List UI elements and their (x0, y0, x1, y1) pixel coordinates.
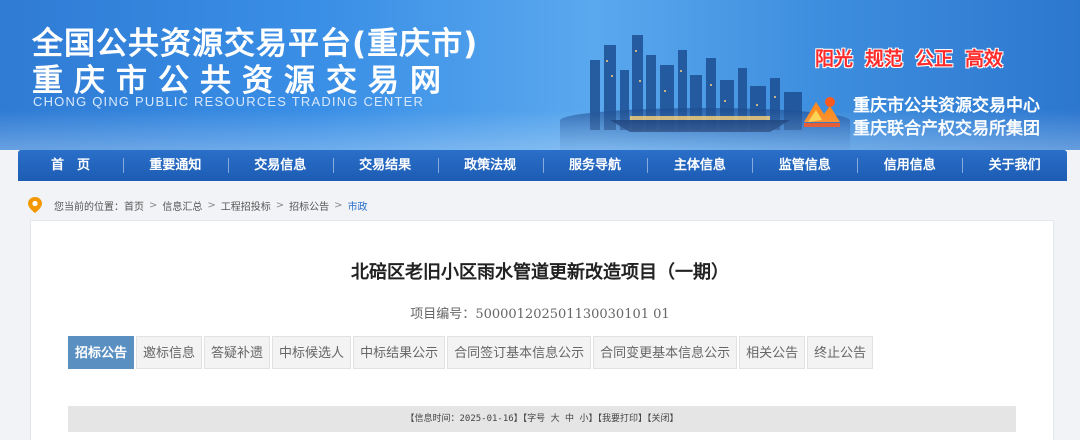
nav-entity-info[interactable]: 主体信息 (647, 150, 752, 181)
breadcrumb-separator: > (334, 199, 343, 211)
breadcrumb-separator: > (275, 199, 285, 211)
tab-contract-change[interactable]: 合同变更基本信息公示 (593, 336, 738, 369)
org-name-2: 重庆联合产权交易所集团 (853, 119, 1040, 139)
nav-notices[interactable]: 重要通知 (122, 150, 228, 181)
city-skyline-image (590, 35, 802, 132)
project-number: 项目编号：500001202501130030101 01 (0, 303, 1080, 322)
notice-tabs: 招标公告 邀标信息 答疑补遗 中标候选人 中标结果公示 合同签订基本信息公示 合… (68, 336, 875, 369)
tab-tender-notice[interactable]: 招标公告 (68, 336, 135, 369)
page-title: 北碚区老旧小区雨水管道更新改造项目（一期） (351, 262, 729, 283)
slogan-1: 阳光 (815, 48, 854, 70)
breadcrumb-info-summary[interactable]: 信息汇总 (162, 198, 202, 213)
info-time-label: 【信息时间： (405, 414, 460, 424)
nav-service-guide[interactable]: 服务导航 (542, 150, 648, 181)
location-pin-icon (28, 197, 42, 213)
slogan-3: 公正 (915, 48, 954, 70)
breadcrumb-current[interactable]: 市政 (348, 198, 368, 213)
slogan-2: 规范 (865, 48, 904, 70)
tab-award-result[interactable]: 中标结果公示 (353, 336, 446, 369)
nav-about[interactable]: 关于我们 (962, 150, 1067, 181)
tab-termination-notice[interactable]: 终止公告 (807, 336, 874, 369)
nav-supervision[interactable]: 监管信息 (752, 150, 857, 181)
tab-related-notices[interactable]: 相关公告 (739, 336, 806, 369)
font-size-large[interactable]: 大 (551, 414, 560, 424)
tab-contract-signing[interactable]: 合同签订基本信息公示 (447, 336, 592, 369)
info-bar: 【信息时间：2025-01-16】【字号 大 中 小】【我要打印】【关闭】 (68, 406, 1016, 432)
project-number-value: 500001202501130030101 01 (475, 307, 670, 322)
nav-policy[interactable]: 政策法规 (437, 150, 543, 181)
site-banner: 全国公共资源交易平台(重庆市) 重庆市公共资源交易网 CHONG QING PU… (0, 0, 1080, 150)
cq-exchange-logo-icon (804, 97, 840, 127)
breadcrumb: 您当前的位置： 首页 > 信息汇总 > 工程招投标 > 招标公告 > 市政 (28, 196, 368, 214)
tab-winning-candidates[interactable]: 中标候选人 (272, 336, 352, 369)
font-size-label: 】【字号 (513, 414, 546, 424)
breadcrumb-prefix: 您当前的位置： (54, 201, 124, 213)
nav-trade-info[interactable]: 交易信息 (227, 150, 333, 181)
slogan-4: 高效 (965, 48, 1004, 70)
project-number-label: 项目编号： (410, 307, 476, 322)
breadcrumb-separator: > (149, 199, 158, 211)
breadcrumb-home[interactable]: 首页 (124, 198, 144, 213)
org-name-1: 重庆市公共资源交易中心 (853, 96, 1040, 116)
info-time: 2025-01-16 (459, 414, 514, 424)
breadcrumb-engineering-bidding[interactable]: 工程招投标 (221, 198, 271, 213)
main-nav: 首 页 重要通知 交易信息 交易结果 政策法规 服务导航 主体信息 监管信息 信… (18, 150, 1067, 181)
slogan: 阳光 规范 公正 高效 (815, 44, 1015, 71)
breadcrumb-tender-notice[interactable]: 招标公告 (289, 198, 329, 213)
print-button[interactable]: 】【我要打印】 (589, 414, 648, 424)
nav-credit[interactable]: 信用信息 (857, 150, 962, 181)
tab-clarification[interactable]: 答疑补遗 (204, 336, 271, 369)
nav-home[interactable]: 首 页 (18, 150, 123, 181)
font-size-small[interactable]: 小 (579, 414, 588, 424)
site-title-english: CHONG QING PUBLIC RESOURCES TRADING CENT… (33, 94, 425, 109)
font-size-medium[interactable]: 中 (565, 414, 574, 424)
breadcrumb-separator: > (207, 199, 216, 211)
river-reflection (560, 108, 850, 150)
nav-trade-results[interactable]: 交易结果 (332, 150, 438, 181)
close-button[interactable]: 【关闭】 (647, 414, 679, 424)
tab-invitation-info[interactable]: 邀标信息 (136, 336, 203, 369)
